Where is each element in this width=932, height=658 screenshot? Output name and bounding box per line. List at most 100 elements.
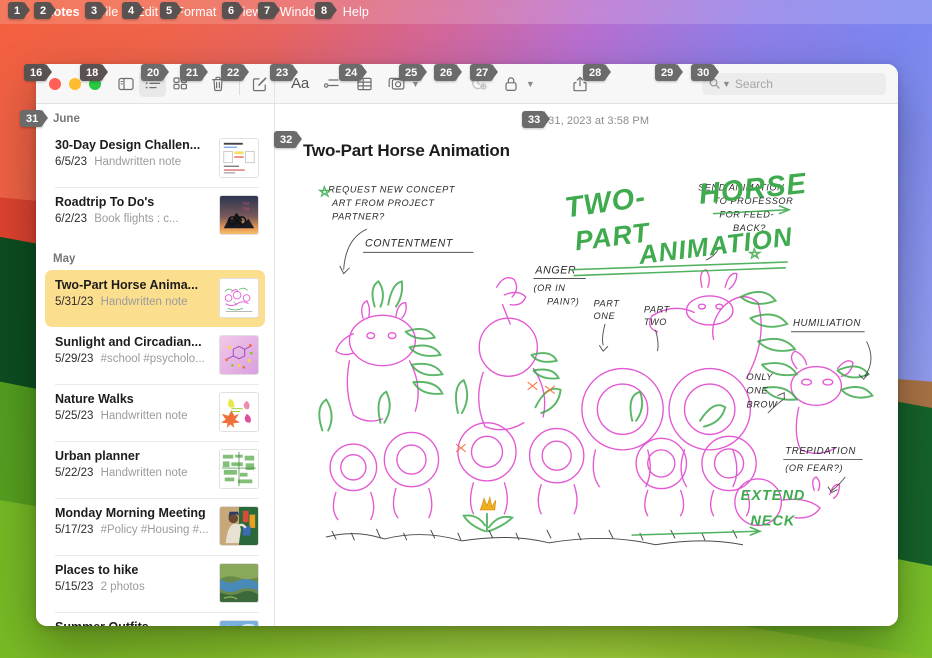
handwritten-drawing[interactable]: REQUEST NEW CONCEPT ART FROM PROJECT PAR…: [303, 171, 884, 571]
note-snippet: Handwritten note: [100, 296, 188, 308]
note-date: 5/17/23: [55, 524, 94, 536]
svg-text:ONE: ONE: [594, 311, 616, 321]
svg-text:REQUEST NEW CONCEPT: REQUEST NEW CONCEPT: [328, 184, 456, 194]
note-list-item[interactable]: Places to hike 5/15/23 2 photos: [45, 555, 265, 612]
note-title: Places to hike: [55, 563, 139, 577]
note-date: 5/22/23: [55, 467, 94, 479]
annotation-tag-2: 2: [34, 2, 57, 19]
note-date: 6/2/23: [55, 213, 87, 225]
note-snippet: #school #psycholo...: [100, 353, 205, 365]
annotation-tag-28: 28: [583, 64, 612, 81]
note-date: 5/15/23: [55, 581, 94, 593]
annotation-tag-25: 25: [399, 64, 428, 81]
annotation-tag-30: 30: [691, 64, 720, 81]
svg-text:PART: PART: [594, 299, 621, 309]
svg-text:TWO: TWO: [644, 317, 667, 327]
note-detail-title: Two-Part Horse Animation: [303, 141, 510, 160]
lock-icon[interactable]: [496, 71, 526, 97]
note-title: 30-Day Design Challen...: [55, 138, 201, 152]
svg-text:ANGER: ANGER: [534, 265, 576, 277]
annotation-tag-23: 23: [270, 64, 299, 81]
note-thumbnail: [219, 563, 259, 603]
notes-group-header-june: June: [53, 113, 80, 125]
note-title: Urban planner: [55, 449, 140, 463]
svg-text:EXTEND: EXTEND: [741, 488, 806, 504]
minimize-button[interactable]: [69, 77, 81, 90]
note-title: Nature Walks: [55, 392, 134, 406]
annotation-tag-24: 24: [339, 64, 368, 81]
note-date: 5/31/23: [55, 296, 94, 308]
handwritten-canvas-wrapper[interactable]: REQUEST NEW CONCEPT ART FROM PROJECT PAR…: [275, 167, 898, 571]
note-snippet: Handwritten note: [100, 467, 188, 479]
annotation-tag-20: 20: [141, 64, 170, 81]
annotation-tag-29: 29: [655, 64, 684, 81]
annotation-tag-31: 31: [20, 110, 49, 127]
notes-window: Aa ▼ ▼ ▼ Search June 30-Day Design Chall…: [36, 64, 898, 626]
annotation-tag-33: 33: [522, 111, 551, 128]
annotation-tag-1: 1: [8, 2, 31, 19]
annotation-tag-5: 5: [160, 2, 183, 19]
annotation-tag-7: 7: [258, 2, 281, 19]
note-title: Roadtrip To Do's: [55, 195, 155, 209]
annotation-tag-32: 32: [274, 131, 303, 148]
note-thumbnail: [219, 506, 259, 546]
svg-text:ONE: ONE: [746, 386, 768, 396]
svg-text:PARTNER?: PARTNER?: [332, 211, 385, 221]
note-list-item[interactable]: Sunlight and Circadian... 5/29/23 #schoo…: [45, 327, 265, 384]
annotation-tag-4: 4: [122, 2, 145, 19]
search-chevron-down-icon[interactable]: ▼: [722, 79, 731, 89]
svg-text:ONLY: ONLY: [746, 372, 773, 382]
note-title: Summer Outfits: [55, 620, 211, 626]
note-list-item[interactable]: 30-Day Design Challen... 6/5/23 Handwrit…: [45, 130, 265, 187]
svg-text:(OR IN: (OR IN: [533, 283, 565, 293]
note-title: Monday Morning Meeting: [55, 506, 206, 520]
svg-text:HUMILIATION: HUMILIATION: [793, 318, 861, 329]
lock-chevron-down-icon[interactable]: ▼: [526, 79, 535, 89]
svg-text:TREPIDATION: TREPIDATION: [785, 446, 856, 457]
annotation-tag-6: 6: [222, 2, 245, 19]
notes-list-panel[interactable]: June 30-Day Design Challen... 6/5/23 Han…: [36, 104, 275, 626]
note-date: 5/29/23: [55, 353, 94, 365]
note-thumbnail: [219, 278, 259, 318]
note-thumbnail: [219, 138, 259, 178]
note-list-item[interactable]: Urban planner 5/22/23 Handwritten note: [45, 441, 265, 498]
note-list-item[interactable]: Roadtrip To Do's 6/2/23 Book flights : c…: [45, 187, 265, 244]
note-list-item[interactable]: Summer Outfits 5/15/23: [45, 612, 265, 626]
svg-text:PART: PART: [644, 304, 671, 314]
svg-text:NECK: NECK: [750, 513, 796, 529]
svg-text:PAIN?): PAIN?): [547, 297, 579, 307]
annotation-tag-26: 26: [434, 64, 463, 81]
sidebar-toggle-icon[interactable]: [112, 71, 139, 97]
note-snippet: Handwritten note: [100, 410, 188, 422]
note-date: 5/25/23: [55, 410, 94, 422]
window-body: June 30-Day Design Challen... 6/5/23 Han…: [36, 104, 898, 626]
note-thumbnail: [219, 449, 259, 489]
note-thumbnail: [219, 620, 259, 626]
annotation-tag-8: 8: [315, 2, 338, 19]
annotation-tag-3: 3: [85, 2, 108, 19]
note-date: 6/5/23: [55, 156, 87, 168]
search-placeholder: Search: [734, 76, 773, 91]
svg-text:ART FROM PROJECT: ART FROM PROJECT: [331, 198, 435, 208]
note-list-item[interactable]: Monday Morning Meeting 5/17/23 #Policy #…: [45, 498, 265, 555]
note-thumbnail: [219, 335, 259, 375]
note-snippet: #Policy #Housing #...: [100, 524, 209, 536]
annotation-tag-21: 21: [180, 64, 209, 81]
note-thumbnail: [219, 392, 259, 432]
menu-item-help[interactable]: Help: [334, 3, 378, 22]
svg-text:Get: Get: [243, 202, 250, 206]
svg-text:(OR FEAR?): (OR FEAR?): [785, 463, 843, 473]
note-list-item[interactable]: Nature Walks 5/25/23 Handwritten note: [45, 384, 265, 441]
search-input[interactable]: ▼ Search: [702, 72, 886, 95]
svg-text:bag: bag: [243, 206, 249, 210]
annotation-tag-18: 18: [80, 64, 109, 81]
note-list-item-selected[interactable]: Two-Part Horse Anima... 5/31/23 Handwrit…: [45, 270, 265, 327]
note-snippet: Handwritten note: [94, 156, 182, 168]
note-detail-panel[interactable]: May 31, 2023 at 3:58 PM Two-Part Horse A…: [275, 104, 898, 626]
note-timestamp: May 31, 2023 at 3:58 PM: [523, 115, 650, 127]
note-thumbnail: Get bag: [219, 195, 259, 235]
note-title: Sunlight and Circadian...: [55, 335, 202, 349]
annotation-tag-16: 16: [24, 64, 53, 81]
svg-text:CONTENTMENT: CONTENTMENT: [365, 238, 454, 250]
note-title: Two-Part Horse Anima...: [55, 278, 199, 292]
